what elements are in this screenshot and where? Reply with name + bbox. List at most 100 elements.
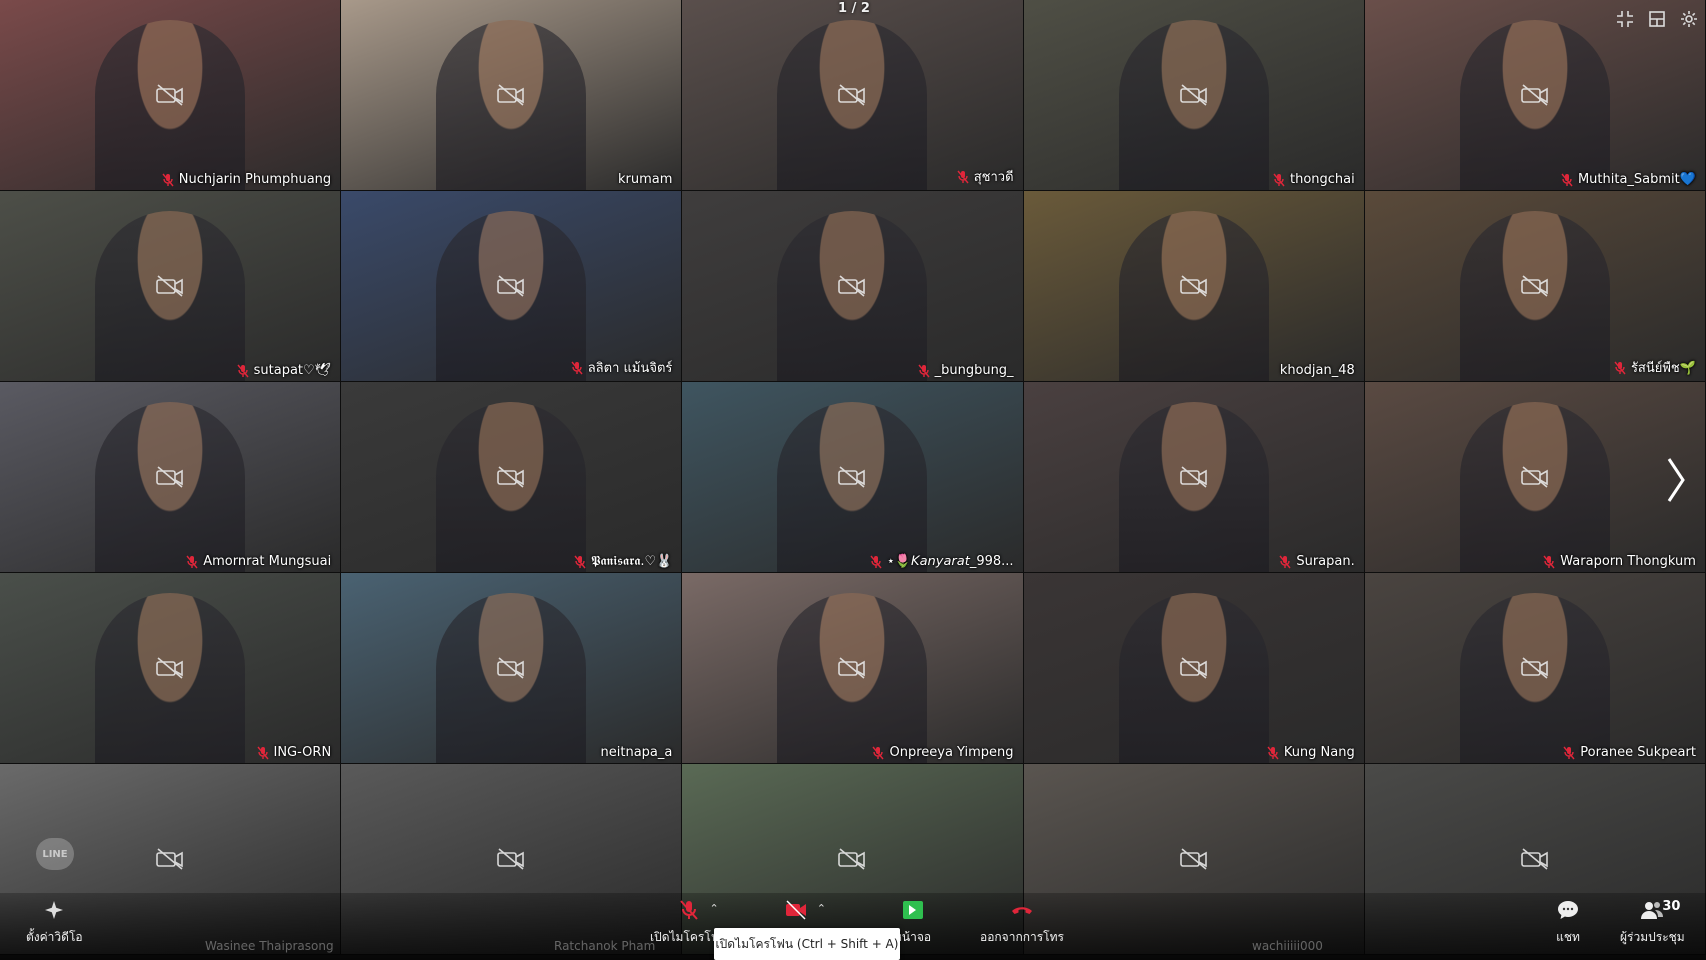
camera-off-icon bbox=[1521, 275, 1548, 297]
participant-nameplate: krumam bbox=[615, 171, 675, 188]
participant-nameplate: สุชาวดี bbox=[954, 165, 1017, 188]
exit-fullscreen-icon[interactable] bbox=[1616, 10, 1634, 28]
participant-name: khodjan_48 bbox=[1279, 363, 1355, 378]
camera-off-icon bbox=[1179, 466, 1207, 488]
participant-tile[interactable]: ING-ORN bbox=[0, 573, 342, 764]
camera-off-icon bbox=[786, 900, 806, 920]
camera-off-icon bbox=[838, 275, 866, 297]
participant-nameplate: ⋆🌷𝘒𝘢𝘯𝘺𝘢𝘳𝘢𝘵_998... bbox=[867, 553, 1017, 570]
participant-tile[interactable]: sutapat♡🕊 bbox=[0, 191, 342, 382]
top-controls bbox=[1616, 10, 1698, 28]
camera-off-icon bbox=[1521, 84, 1548, 106]
participants-button[interactable]: 30 ผู้ร่วมประชุม bbox=[1620, 898, 1685, 947]
participant-nameplate: Kung Nang bbox=[1264, 744, 1358, 761]
participant-tile[interactable]: Waraporn Thongkum bbox=[1364, 382, 1706, 573]
mic-muted-icon bbox=[256, 746, 269, 760]
camera-off-icon bbox=[497, 657, 525, 679]
participant-tile[interactable]: Surapan. bbox=[1023, 382, 1365, 573]
participant-tile[interactable]: thongchai bbox=[1023, 0, 1365, 191]
mic-muted-icon bbox=[1563, 746, 1575, 760]
camera-off-icon bbox=[838, 848, 866, 870]
mic-muted-icon bbox=[957, 170, 969, 184]
hang-up-icon bbox=[1011, 907, 1032, 914]
microphone-tooltip: เปิดไมโครโฟน (Ctrl + Shift + A) bbox=[714, 928, 900, 960]
mic-muted-icon bbox=[1543, 555, 1555, 569]
video-grid: Nuchjarin Phumphuang krumam สุชาวดี thongch… bbox=[0, 0, 1706, 955]
chat-label: แชท bbox=[1556, 930, 1580, 944]
participant-name: ลลิตา แม้นจิตร์ bbox=[587, 361, 673, 376]
camera-off-icon bbox=[156, 275, 183, 297]
participant-tile[interactable]: Poranee Sukpeart bbox=[1364, 573, 1706, 764]
participant-tile[interactable]: 𝕻𝖆𝖓𝖎𝖘𝖆𝖗𝖆.♡🐰 bbox=[341, 382, 683, 573]
participant-tile[interactable]: Muthita_Sabmit💙 bbox=[1364, 0, 1706, 191]
camera-off-icon bbox=[838, 657, 866, 679]
mic-muted-icon bbox=[1614, 361, 1626, 375]
participant-nameplate: Amornrat Mungsuai bbox=[183, 553, 334, 570]
camera-off-icon bbox=[497, 84, 525, 106]
settings-gear-icon[interactable] bbox=[1680, 10, 1698, 28]
participant-name: Amornrat Mungsuai bbox=[203, 554, 332, 569]
mic-options-caret-icon[interactable]: ⌃ bbox=[710, 902, 719, 915]
participant-tile[interactable]: Onpreeya Yimpeng bbox=[682, 573, 1024, 764]
participant-tile[interactable]: neitnapa_a bbox=[341, 573, 683, 764]
camera-off-icon bbox=[838, 466, 866, 488]
participant-tile[interactable]: ⋆🌷𝘒𝘢𝘯𝘺𝘢𝘳𝘢𝘵_998... bbox=[682, 382, 1024, 573]
participant-name: krumam bbox=[617, 172, 673, 187]
video-effects-button[interactable]: ตั้งค่าวิดีโอ bbox=[26, 898, 83, 947]
participant-tile[interactable]: ลลิตา แม้นจิตร์ bbox=[341, 191, 683, 382]
mic-muted-icon bbox=[872, 746, 885, 760]
participant-tile[interactable]: Amornrat Mungsuai bbox=[0, 382, 342, 573]
camera-off-icon bbox=[1179, 275, 1207, 297]
camera-off-icon bbox=[156, 84, 183, 106]
chat-button[interactable]: แชท bbox=[1556, 898, 1580, 947]
participant-tile[interactable]: krumam bbox=[341, 0, 683, 191]
participant-nameplate: ING-ORN bbox=[254, 744, 335, 761]
participant-name: Surapan. bbox=[1296, 554, 1355, 569]
participant-nameplate: neitnapa_a bbox=[598, 744, 676, 761]
mic-muted-icon bbox=[237, 364, 249, 378]
participant-name: 𝕻𝖆𝖓𝖎𝖘𝖆𝖗𝖆.♡🐰 bbox=[591, 554, 673, 569]
camera-off-icon bbox=[156, 848, 183, 870]
participant-tile[interactable]: Nuchjarin Phumphuang bbox=[0, 0, 342, 191]
layout-icon[interactable] bbox=[1648, 10, 1666, 28]
participant-nameplate: Surapan. bbox=[1276, 553, 1357, 570]
participant-nameplate: _bungbung_ bbox=[915, 362, 1017, 379]
participants-people-icon bbox=[1641, 902, 1664, 919]
participant-nameplate: khodjan_48 bbox=[1277, 362, 1358, 379]
participant-tile[interactable]: สุชาวดี bbox=[682, 0, 1024, 191]
mic-muted-icon bbox=[918, 364, 930, 378]
video-effects-label: ตั้งค่าวิดีโอ bbox=[26, 930, 83, 944]
participant-name: Kung Nang bbox=[1283, 745, 1355, 760]
participant-tile[interactable]: khodjan_48 bbox=[1023, 191, 1365, 382]
camera-off-icon bbox=[1179, 657, 1207, 679]
participant-tile[interactable]: _bungbung_ bbox=[682, 191, 1024, 382]
participant-tile[interactable]: รัสนีย์พืช🌱 bbox=[1364, 191, 1706, 382]
line-logo-icon: LINE bbox=[36, 838, 74, 870]
participant-tile[interactable]: Kung Nang bbox=[1023, 573, 1365, 764]
participant-nameplate: 𝕻𝖆𝖓𝖎𝖘𝖆𝖗𝖆.♡🐰 bbox=[571, 553, 675, 570]
participant-name: Muthita_Sabmit💙 bbox=[1577, 172, 1696, 187]
page-indicator: 1 / 2 bbox=[838, 1, 870, 16]
participant-nameplate: thongchai bbox=[1270, 171, 1358, 188]
camera-button[interactable]: ⌃ bbox=[784, 898, 826, 922]
participant-name: Onpreeya Yimpeng bbox=[889, 745, 1014, 760]
participant-name: Poranee Sukpeart bbox=[1580, 745, 1696, 760]
mic-muted-icon bbox=[1561, 173, 1573, 187]
mic-muted-icon bbox=[1273, 173, 1285, 187]
camera-off-icon bbox=[1521, 466, 1548, 488]
share-screen-icon bbox=[902, 901, 923, 919]
ghost-name-2: Ratchanok Pham bbox=[554, 939, 656, 953]
participants-count: 30 bbox=[1662, 899, 1681, 914]
mic-muted-icon bbox=[1267, 746, 1279, 760]
ghost-name-3: wachiiiii000 bbox=[1252, 939, 1323, 953]
next-page-chevron-icon[interactable] bbox=[1664, 455, 1688, 505]
camera-off-icon bbox=[497, 848, 525, 870]
camera-off-icon bbox=[1179, 84, 1207, 106]
camera-off-icon bbox=[838, 84, 866, 106]
participant-nameplate: Poranee Sukpeart bbox=[1560, 744, 1699, 761]
camera-options-caret-icon[interactable]: ⌃ bbox=[817, 902, 826, 915]
camera-off-icon bbox=[1179, 848, 1207, 870]
video-call-window: Nuchjarin Phumphuang krumam สุชาวดี thongch… bbox=[0, 0, 1706, 960]
leave-call-button[interactable]: ออกจากการโทร bbox=[980, 898, 1064, 947]
participant-name: Nuchjarin Phumphuang bbox=[178, 172, 332, 187]
